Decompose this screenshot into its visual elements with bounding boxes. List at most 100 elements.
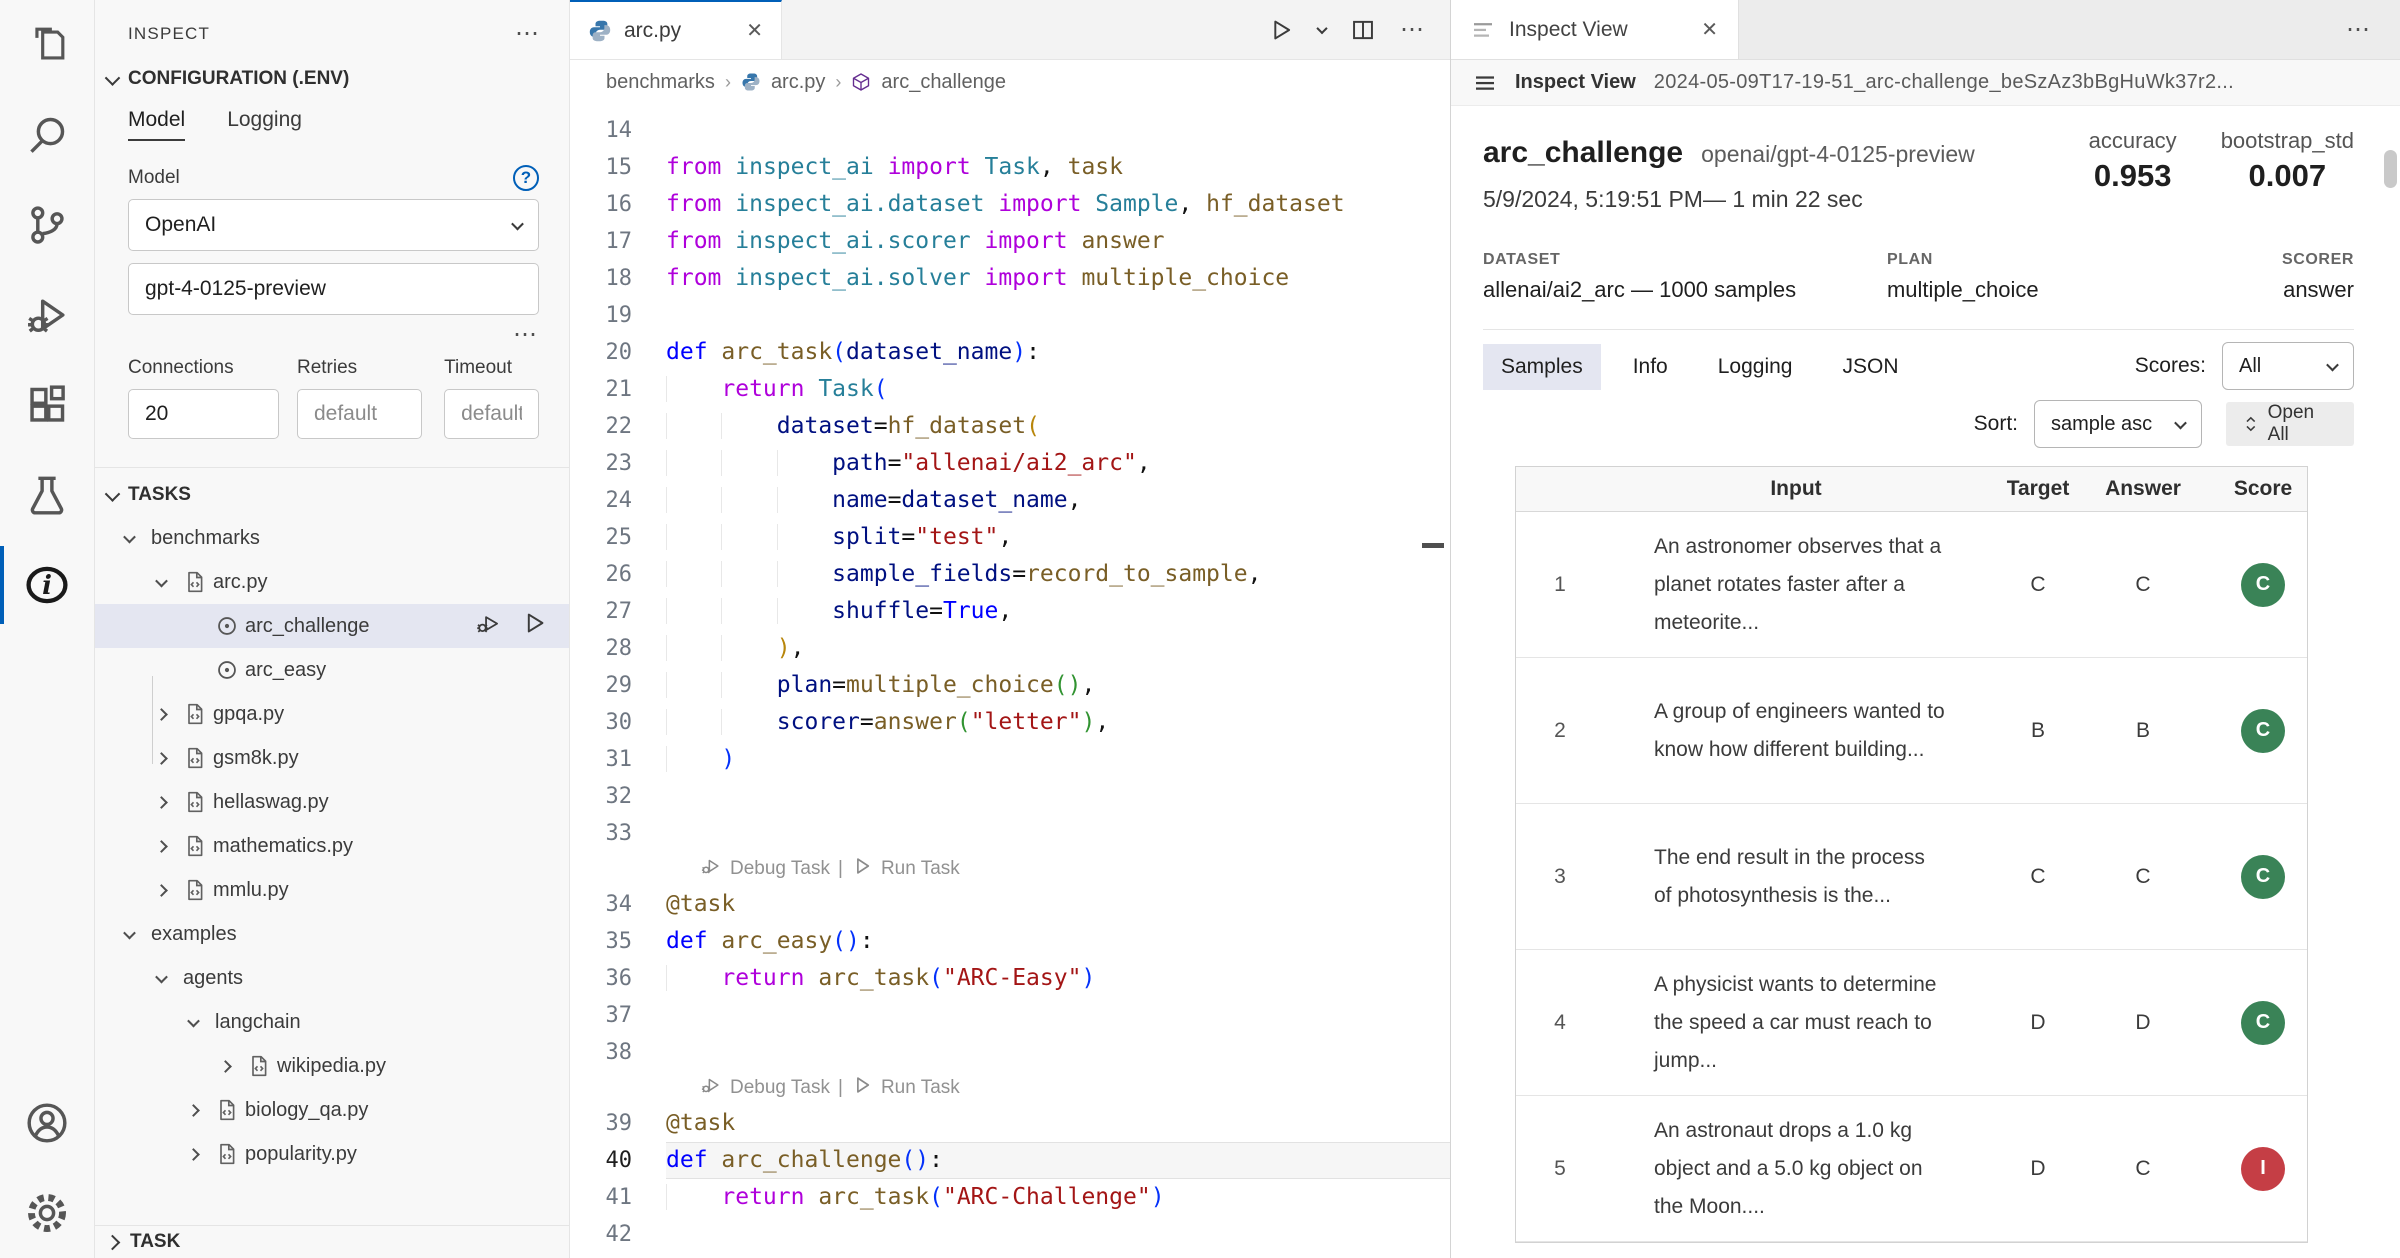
split-editor-icon[interactable] bbox=[1350, 17, 1376, 43]
breadcrumb-arc-challenge[interactable]: arc_challenge bbox=[881, 71, 1006, 94]
tree-item-arc-easy[interactable]: arc_easy bbox=[95, 648, 569, 692]
tab-logging[interactable]: Logging bbox=[227, 108, 302, 141]
line-number: 15 bbox=[605, 155, 633, 180]
tree-item-benchmarks[interactable]: benchmarks bbox=[95, 516, 569, 560]
tree-item-arc-challenge[interactable]: arc_challenge bbox=[95, 604, 569, 648]
overview-ruler-marker bbox=[1422, 543, 1444, 548]
codelens-run-task[interactable]: Run Task bbox=[881, 1077, 960, 1099]
tree-item-label: arc_challenge bbox=[245, 614, 370, 637]
line-number: 26 bbox=[605, 562, 633, 587]
tree-item-hellaswag-py[interactable]: hellaswag.py bbox=[95, 780, 569, 824]
breadcrumb-arc-py[interactable]: arc.py bbox=[771, 71, 825, 94]
tree-item-popularity-py[interactable]: popularity.py bbox=[95, 1132, 569, 1176]
provider-select[interactable]: OpenAI bbox=[128, 199, 539, 251]
tree-item-arc-py[interactable]: arc.py bbox=[95, 560, 569, 604]
connections-input[interactable] bbox=[128, 389, 279, 439]
chevron-down-icon bbox=[155, 574, 183, 587]
sidebar-more-icon[interactable]: ⋯ bbox=[515, 22, 541, 46]
run-debug-icon[interactable] bbox=[0, 270, 95, 360]
line-number: 39 bbox=[605, 1111, 633, 1136]
tree-item-label: arc_easy bbox=[245, 658, 327, 681]
run-task-icon[interactable] bbox=[521, 610, 547, 642]
panel-more-icon[interactable]: ⋯ bbox=[2346, 17, 2372, 41]
model-name-input[interactable] bbox=[128, 263, 539, 315]
configuration-section-header[interactable]: CONFIGURATION (.ENV) bbox=[95, 52, 569, 100]
connections-label: Connections bbox=[128, 357, 234, 378]
codelens-debug-task[interactable]: Debug Task bbox=[730, 1077, 830, 1099]
log-file-name[interactable]: 2024-05-09T17-19-51_arc-challenge_beSzAz… bbox=[1654, 71, 2234, 94]
run-dropdown-chevron-icon[interactable] bbox=[1316, 22, 1328, 34]
line-number: 41 bbox=[605, 1185, 633, 1210]
sample-answer: D bbox=[2135, 1010, 2151, 1034]
codelens-run-task[interactable]: Run Task bbox=[881, 858, 960, 880]
close-icon[interactable]: ✕ bbox=[1701, 17, 1718, 42]
config-more-icon[interactable]: ⋯ bbox=[513, 321, 539, 348]
tree-item-gsm8k-py[interactable]: gsm8k.py bbox=[95, 736, 569, 780]
chevron-down-icon bbox=[2326, 358, 2339, 371]
code-line-content: shuffle=True, bbox=[666, 593, 1450, 630]
line-number: 28 bbox=[605, 636, 633, 661]
settings-gear-icon[interactable] bbox=[0, 1168, 95, 1258]
tab-json[interactable]: JSON bbox=[1824, 344, 1916, 390]
codelens-debug-task[interactable]: Debug Task bbox=[730, 858, 830, 880]
tasks-section-header[interactable]: TASKS bbox=[95, 468, 569, 516]
tree-item-mathematics-py[interactable]: mathematics.py bbox=[95, 824, 569, 868]
breadcrumb-benchmarks[interactable]: benchmarks bbox=[606, 71, 715, 94]
account-icon[interactable] bbox=[0, 1078, 95, 1168]
task-target-icon bbox=[215, 658, 245, 682]
timeout-input[interactable] bbox=[444, 389, 539, 439]
tree-item-langchain[interactable]: langchain bbox=[95, 1000, 569, 1044]
line-number: 40 bbox=[605, 1148, 633, 1173]
line-number: 19 bbox=[605, 303, 633, 328]
line-number: 33 bbox=[605, 821, 633, 846]
tab-samples[interactable]: Samples bbox=[1483, 344, 1601, 390]
retries-input[interactable] bbox=[296, 389, 423, 439]
inspect-view-tab[interactable]: Inspect View ✕ bbox=[1451, 0, 1739, 59]
sample-row-1[interactable]: 1 An astronomer observes that a planet ro… bbox=[1516, 512, 2307, 658]
source-control-icon[interactable] bbox=[0, 180, 95, 270]
tree-item-wikipedia-py[interactable]: wikipedia.py bbox=[95, 1044, 569, 1088]
line-number: 43 bbox=[570, 1253, 666, 1258]
inspect-icon[interactable]: i bbox=[0, 540, 95, 630]
tree-item-biology-qa-py[interactable]: biology_qa.py bbox=[95, 1088, 569, 1132]
sample-row-2[interactable]: 2 A group of engineers wanted to know how… bbox=[1516, 658, 2307, 804]
tree-item-gpqa-py[interactable]: gpqa.py bbox=[95, 692, 569, 736]
code-editor[interactable]: 14 15 from inspect_ai import Task, task 16 f… bbox=[570, 104, 1450, 1258]
line-number: 30 bbox=[605, 710, 633, 735]
open-all-button[interactable]: Open All bbox=[2226, 402, 2354, 446]
scrollbar-thumb[interactable] bbox=[2384, 150, 2397, 188]
help-icon[interactable]: ? bbox=[513, 165, 539, 191]
sort-select[interactable]: sample asc bbox=[2034, 400, 2202, 448]
code-line-24: 24 name=dataset_name, bbox=[570, 482, 1450, 519]
tab-model[interactable]: Model bbox=[128, 108, 186, 141]
editor-tab-bar: arc.py ✕ ⋯ bbox=[570, 0, 1450, 60]
code-line-content: path="allenai/ai2_arc", bbox=[666, 445, 1450, 482]
tree-item-mmlu-py[interactable]: mmlu.py bbox=[95, 868, 569, 912]
tab-info[interactable]: Info bbox=[1615, 344, 1686, 390]
symbol-cube-icon bbox=[853, 73, 870, 91]
sample-score: C bbox=[2198, 1000, 2328, 1045]
explorer-icon[interactable] bbox=[0, 0, 95, 90]
sample-row-3[interactable]: 3 The end result in the process of photos… bbox=[1516, 804, 2307, 950]
task-section-header[interactable]: TASK bbox=[95, 1225, 569, 1258]
line-number: 25 bbox=[605, 525, 633, 550]
scores-select[interactable]: All bbox=[2222, 342, 2354, 390]
search-icon[interactable] bbox=[0, 90, 95, 180]
tree-item-label: popularity.py bbox=[245, 1142, 357, 1165]
tree-item-agents[interactable]: agents bbox=[95, 956, 569, 1000]
tree-item-examples[interactable]: examples bbox=[95, 912, 569, 956]
run-file-icon[interactable] bbox=[1268, 17, 1294, 43]
tree-item-actions bbox=[475, 610, 569, 642]
extensions-icon[interactable] bbox=[0, 360, 95, 450]
sample-row-4[interactable]: 4 A physicist wants to determine the spee… bbox=[1516, 950, 2307, 1096]
debug-task-icon[interactable] bbox=[475, 610, 501, 642]
editor-tab-arc-py[interactable]: arc.py ✕ bbox=[570, 0, 782, 59]
editor-more-icon[interactable]: ⋯ bbox=[1400, 17, 1426, 41]
sample-row-5[interactable]: 5 An astronaut drops a 1.0 kg object and … bbox=[1516, 1096, 2307, 1242]
close-icon[interactable]: ✕ bbox=[746, 18, 763, 43]
tab-logging[interactable]: Logging bbox=[1700, 344, 1811, 390]
code-line-content: def arc_easy(): bbox=[666, 928, 874, 954]
sample-target: C bbox=[2030, 572, 2046, 596]
testing-icon[interactable] bbox=[0, 450, 95, 540]
menu-hamburger-icon[interactable] bbox=[1473, 71, 1497, 95]
